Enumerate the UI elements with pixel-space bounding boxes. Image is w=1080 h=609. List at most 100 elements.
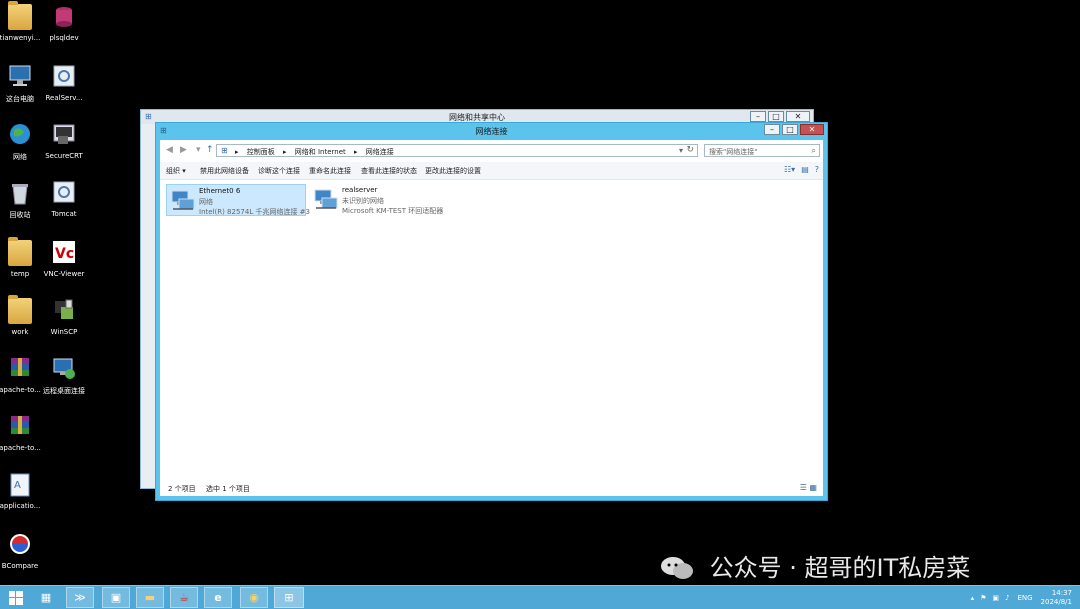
taskbar-ie[interactable]: e [204,587,232,608]
view-status-button[interactable]: 查看此连接的状态 [361,166,417,176]
organize-menu[interactable]: 组织 ▾ [166,166,186,176]
winscp-icon [52,298,76,324]
breadcrumb-item[interactable]: 网络连接 [366,148,394,156]
connection-device: Microsoft KM-TEST 环回适配器 [342,207,444,215]
connection-status: 未识别的网络 [342,197,384,205]
taskbar-cmd[interactable]: ▣ [102,587,130,608]
windows-logo-icon [9,590,23,605]
desktop-icon-vnc-viewer[interactable]: Vc VNC-Viewer [36,240,92,278]
tray-up-arrow-icon[interactable]: ▴ [971,594,975,602]
svg-text:A: A [14,480,21,491]
folder-icon [8,295,32,324]
volume-icon[interactable]: ♪ [1005,594,1009,602]
desktop-icon-tomcat[interactable]: Tomcat [36,180,92,218]
dropdown-arrow-icon[interactable]: ▾ [196,145,201,155]
search-icon[interactable]: ⌕ [812,146,816,156]
server-manager-icon: ▦ [40,591,52,604]
java-icon: ☕ [179,591,189,604]
maximize-button[interactable]: □ [768,111,784,122]
connection-item-realserver[interactable]: realserver 未识别的网络 Microsoft KM-TEST 环回适配… [310,184,450,216]
realserver-icon [52,64,76,90]
network-adapter-icon [314,188,338,210]
breadcrumb-item[interactable]: 控制面板 [247,148,275,156]
svg-text:Vc: Vc [55,246,74,262]
rename-button[interactable]: 重命名此连接 [309,166,351,176]
connection-name: Ethernet0 6 [199,187,241,195]
window-title: 网络连接 [475,127,508,136]
network-adapter-icon [171,189,195,211]
desktop-icon-apache-tomcat-2[interactable]: apache-to... [0,414,48,452]
winrar-icon [8,414,32,440]
network-icon: ⊞ [284,591,294,604]
desktop-icon-realserver[interactable]: RealServ... [36,64,92,102]
search-input[interactable]: 搜索"网络连接" ⌕ [704,144,820,157]
console-icon: ▣ [110,591,122,604]
view-options-icon[interactable]: ☷▾ [784,165,795,174]
item-count: 2 个项目 [168,485,196,493]
taskbar-app[interactable]: ◉ [240,587,268,608]
computer-icon [8,64,32,90]
breadcrumb-item[interactable]: 网络和 Internet [295,148,346,156]
chevron-down-icon[interactable]: ▾ [679,146,683,155]
plsqldev-icon [52,4,76,30]
connection-item-ethernet[interactable]: Ethernet0 6 网络 Intel(R) 82574L 千兆网络连接 #3 [166,184,310,216]
clock-time: 14:37 [1051,588,1072,597]
change-settings-button[interactable]: 更改此连接的设置 [425,166,481,176]
winrar-icon [8,356,32,382]
clock-date: 2024/8/1 [1040,597,1072,606]
recycle-bin-icon [8,180,32,206]
bcompare-icon [8,532,32,558]
clock[interactable]: 14:37 2024/8/1 [1041,589,1072,607]
taskbar-network-connections[interactable]: ⊞ [274,587,304,608]
up-arrow-icon[interactable]: ↑ [206,145,214,155]
wechat-icon [660,556,694,580]
taskbar-powershell[interactable]: ≫ [66,587,94,608]
desktop-icon-bcompare[interactable]: BCompare [0,532,48,570]
securecrt-icon [52,122,76,148]
title-bar[interactable]: ⊞ 网络连接 – □ ✕ [156,123,827,139]
desktop-icon-remote-desktop[interactable]: 远程桌面连接 [36,356,92,396]
close-button[interactable]: ✕ [786,111,810,122]
flag-icon[interactable]: ⚑ [980,594,986,602]
folder-icon: ▬ [144,591,156,604]
navigation-bar: ◀ ▶ ▾ ↑ ⊞ ▸ 控制面板 ▸ 网络和 Internet ▸ 网络连接 ▾… [160,140,823,162]
help-icon[interactable]: ? [815,165,819,174]
taskbar-java[interactable]: ☕ [170,587,198,608]
window-frame [141,124,155,488]
diagnose-button[interactable]: 诊断这个连接 [258,166,300,176]
desktop-icon-winscp[interactable]: WinSCP [36,298,92,336]
search-placeholder: 搜索"网络连接" [709,148,758,156]
taskbar-server-manager[interactable]: ▦ [32,587,60,608]
taskbar-file-explorer[interactable]: ▬ [136,587,164,608]
desktop-icon-securecrt[interactable]: SecureCRT [36,122,92,160]
language-indicator[interactable]: ENG [1017,594,1032,602]
app-icon: ◉ [249,591,259,604]
close-button[interactable]: ✕ [800,124,824,135]
tomcat-icon [52,180,76,206]
desktop-icon-application[interactable]: A applicatio... [0,472,48,510]
minimize-button[interactable]: – [764,124,780,135]
connection-status: 网络 [199,198,213,206]
maximize-button[interactable]: □ [782,124,798,135]
selected-count: 选中 1 个项目 [206,485,250,493]
preview-pane-icon[interactable]: ▤ [801,165,809,174]
forward-arrow-icon[interactable]: ▶ [180,145,187,155]
network-tray-icon[interactable]: ▣ [992,594,999,602]
command-bar: 组织 ▾ 禁用此网络设备 诊断这个连接 重命名此连接 查看此连接的状态 更改此连… [160,162,823,180]
start-button[interactable] [2,587,30,608]
refresh-icon[interactable]: ↻ [686,145,694,155]
connection-device: Intel(R) 82574L 千兆网络连接 #3 [199,208,310,216]
document-icon: A [8,472,32,498]
network-globe-icon [8,122,32,148]
network-connections-window[interactable]: ⊞ 网络连接 – □ ✕ ◀ ▶ ▾ ↑ ⊞ ▸ 控制面板 ▸ 网络和 Inte… [155,122,828,501]
minimize-button[interactable]: – [750,111,766,122]
vnc-icon: Vc [52,240,76,266]
control-panel-icon: ⊞ [221,146,228,155]
internet-explorer-icon: e [214,591,222,604]
disable-device-button[interactable]: 禁用此网络设备 [200,166,249,176]
desktop-icon-plsqldev[interactable]: plsqldev [36,4,92,42]
details-view-icon[interactable]: ☰ ▦ [800,483,817,492]
back-arrow-icon[interactable]: ◀ [166,145,173,155]
address-bar[interactable]: ⊞ ▸ 控制面板 ▸ 网络和 Internet ▸ 网络连接 ▾ ↻ [216,144,698,157]
powershell-icon: ≫ [74,591,86,604]
